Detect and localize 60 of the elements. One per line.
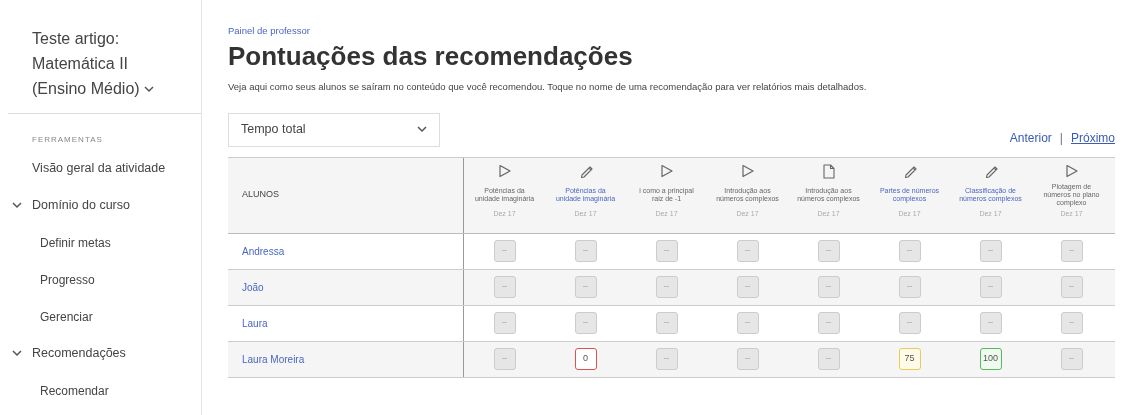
- score-cell[interactable]: –: [655, 348, 678, 370]
- chevron-down-icon: [417, 126, 427, 133]
- score-cell[interactable]: 75: [898, 348, 921, 370]
- score-cell[interactable]: –: [655, 276, 678, 298]
- student-link[interactable]: Andressa: [242, 243, 285, 259]
- score-cell[interactable]: –: [979, 312, 1002, 334]
- score-cell[interactable]: –: [979, 240, 1002, 262]
- score-cell[interactable]: –: [817, 276, 840, 298]
- play-icon: [1064, 163, 1079, 179]
- course-title[interactable]: Teste artigo: Matemática II (Ensino Médio): [32, 26, 162, 101]
- score-cell[interactable]: –: [574, 276, 597, 298]
- score-cell[interactable]: –: [574, 312, 597, 334]
- score-cell[interactable]: –: [655, 312, 678, 334]
- score-cell[interactable]: –: [1060, 348, 1083, 370]
- column-header: ALUNOS: [242, 188, 279, 202]
- breadcrumb-link[interactable]: Painel de professor: [228, 24, 1121, 39]
- sidebar-item[interactable]: Domínio do curso: [0, 187, 201, 224]
- score-cell[interactable]: –: [655, 240, 678, 262]
- metric-dropdown[interactable]: Tempo total: [228, 112, 440, 147]
- score-cell[interactable]: 0: [574, 348, 597, 370]
- score-cell[interactable]: –: [1060, 312, 1083, 334]
- score-cell[interactable]: –: [736, 276, 759, 298]
- score-cell[interactable]: –: [898, 312, 921, 334]
- score-cell[interactable]: –: [736, 312, 759, 334]
- score-cell[interactable]: –: [817, 312, 840, 334]
- sidebar-subitem[interactable]: Definir metas: [0, 224, 201, 261]
- score-cell[interactable]: –: [493, 276, 516, 298]
- document-icon: [821, 163, 836, 179]
- page-description: Veja aqui como seus alunos se saíram no conteúdo que você recomendou. Toque no nome de uma recomendação para ver relatórios mais detalhados.: [228, 80, 868, 95]
- score-cell[interactable]: –: [898, 240, 921, 262]
- score-cell[interactable]: –: [736, 348, 759, 370]
- sidebar-subitem[interactable]: Recomendar: [0, 372, 201, 409]
- score-cell[interactable]: 100: [979, 348, 1002, 370]
- score-cell[interactable]: –: [1060, 240, 1083, 262]
- score-cell[interactable]: –: [493, 348, 516, 370]
- score-cell[interactable]: –: [1060, 276, 1083, 298]
- play-icon: [740, 163, 755, 179]
- section-label: FERRAMENTAS: [31, 134, 104, 146]
- student-link[interactable]: Laura: [242, 315, 268, 331]
- score-cell[interactable]: –: [493, 240, 516, 262]
- student-link[interactable]: João: [242, 279, 264, 295]
- score-cell[interactable]: –: [493, 312, 516, 334]
- score-cell[interactable]: –: [736, 240, 759, 262]
- next-link[interactable]: Próximo: [1071, 128, 1115, 147]
- sidebar-subitem[interactable]: Progresso: [0, 261, 201, 298]
- score-cell[interactable]: –: [574, 240, 597, 262]
- separator-text: |: [1059, 129, 1063, 147]
- play-icon: [659, 163, 674, 179]
- score-cell[interactable]: –: [979, 276, 1002, 298]
- sidebar-item[interactable]: Recomendações: [0, 335, 201, 372]
- page-title: Pontuações das recomendações: [228, 40, 634, 73]
- score-cell[interactable]: –: [898, 276, 921, 298]
- sidebar-item[interactable]: Visão geral da atividade: [0, 150, 201, 187]
- chevron-down-icon: [144, 86, 155, 94]
- student-link[interactable]: Laura Moreira: [242, 351, 305, 367]
- previous-link[interactable]: Anterior: [1009, 128, 1052, 147]
- score-cell[interactable]: –: [817, 240, 840, 262]
- play-icon: [497, 163, 512, 179]
- score-cell[interactable]: –: [817, 348, 840, 370]
- sidebar-subitem[interactable]: Gerenciar: [0, 298, 201, 335]
